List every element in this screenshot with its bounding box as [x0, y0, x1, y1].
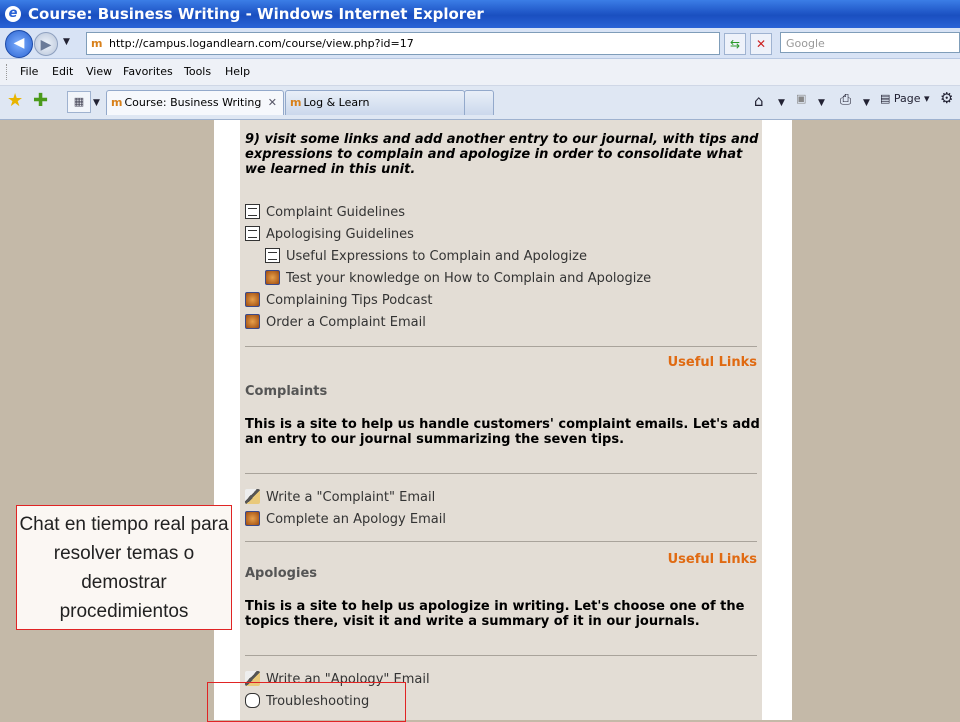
history-dropdown-icon[interactable]: ▼ [63, 37, 70, 47]
divider [245, 346, 757, 347]
home-dropdown-icon[interactable]: ▼ [778, 98, 785, 108]
page-label: Page [893, 92, 921, 105]
stop-icon[interactable]: ✕ [750, 33, 772, 55]
add-favorite-icon[interactable]: ✚ [33, 90, 48, 111]
left-background [0, 120, 214, 720]
toolbar-grip [6, 64, 10, 80]
resource-label: Test your knowledge on How to Complain a… [286, 271, 652, 286]
divider [245, 655, 757, 656]
hot-potatoes-icon [245, 292, 260, 307]
forward-button[interactable]: ▶ [34, 32, 58, 56]
section-intro: 9) visit some links and add another entr… [245, 132, 759, 177]
document-icon [245, 204, 260, 219]
resource-link[interactable]: Order a Complaint Email [245, 314, 426, 330]
page-margin-left [214, 120, 240, 720]
activity-label: Complete an Apology Email [266, 512, 446, 527]
course-content: 9) visit some links and add another entr… [240, 120, 762, 720]
resource-label: Complaining Tips Podcast [266, 293, 433, 308]
apologies-description: This is a site to help us apologize in w… [245, 599, 745, 629]
menu-bar: File Edit View Favorites Tools Help [0, 59, 960, 86]
menu-tools[interactable]: Tools [184, 65, 211, 78]
resource-link[interactable]: Test your knowledge on How to Complain a… [265, 270, 651, 286]
moodle-tab-icon: m [290, 96, 302, 109]
close-tab-icon[interactable]: ✕ [268, 91, 277, 115]
resource-link[interactable]: Useful Expressions to Complain and Apolo… [265, 248, 587, 264]
complaints-description: This is a site to help us handle custome… [245, 417, 760, 447]
complaints-heading: Complaints [245, 384, 328, 399]
divider [245, 473, 757, 474]
search-input[interactable]: Google [780, 32, 960, 53]
resource-label: Order a Complaint Email [266, 315, 426, 330]
apologies-heading: Apologies [245, 566, 318, 581]
address-bar[interactable]: m http://campus.logandlearn.com/course/vi… [86, 32, 805, 55]
menu-edit[interactable]: Edit [52, 65, 73, 78]
right-background [792, 120, 960, 720]
hot-potatoes-icon [245, 511, 260, 526]
address-url: http://campus.logandlearn.com/course/vie… [109, 37, 414, 50]
print-dropdown-icon[interactable]: ▼ [863, 98, 870, 108]
quick-tabs-icon[interactable]: ▦ [67, 91, 91, 113]
menu-view[interactable]: View [86, 65, 112, 78]
useful-links-link[interactable]: Useful Links [668, 552, 757, 567]
new-tab-button[interactable] [464, 90, 494, 115]
useful-links-link[interactable]: Useful Links [668, 355, 757, 370]
menu-favorites[interactable]: Favorites [123, 65, 173, 78]
divider [245, 541, 757, 542]
feeds-dropdown-icon[interactable]: ▼ [818, 98, 825, 108]
tab-bar: ★ ✚ ▦ ▼ m Course: Business Writing ✕ m Log… [0, 86, 960, 120]
hot-potatoes-icon [245, 314, 260, 329]
page-margin-right [762, 120, 792, 720]
back-button[interactable]: ◀ [5, 30, 33, 58]
moodle-tab-icon: m [111, 96, 123, 109]
refresh-icon[interactable]: ⇆ [724, 33, 746, 55]
title-bar: e Course: Business Writing - Windows Int… [0, 0, 960, 28]
resource-link[interactable]: Apologising Guidelines [245, 226, 414, 242]
activity-link[interactable]: Write a "Complaint" Email [245, 489, 435, 505]
tools-gear-icon[interactable]: ⚙ [940, 89, 953, 107]
favorites-star-icon[interactable]: ★ [7, 90, 23, 111]
page-menu[interactable]: ▤ Page ▾ [880, 92, 930, 105]
tab-log-and-learn[interactable]: m Log & Learn [285, 90, 465, 115]
menu-help[interactable]: Help [225, 65, 250, 78]
resource-link[interactable]: Complaint Guidelines [245, 204, 405, 220]
menu-file[interactable]: File [20, 65, 38, 78]
activity-link[interactable]: Complete an Apology Email [245, 511, 446, 527]
ie-logo-icon: e [5, 6, 21, 22]
document-icon [245, 226, 260, 241]
annotation-callout: Chat en tiempo real para resolver temas … [16, 505, 232, 630]
moodle-favicon-icon: m [91, 37, 103, 50]
assignment-icon [245, 489, 260, 504]
page-icon: ▤ [880, 92, 891, 105]
tab-list-dropdown-icon[interactable]: ▼ [93, 98, 100, 108]
highlight-box [207, 682, 406, 722]
home-icon[interactable]: ⌂ [754, 92, 764, 110]
window-title: Course: Business Writing - Windows Inter… [28, 5, 484, 23]
feeds-icon[interactable]: ▣ [796, 92, 806, 105]
tab-label: Course: Business Writing [124, 96, 262, 109]
document-icon [265, 248, 280, 263]
resource-label: Useful Expressions to Complain and Apolo… [286, 249, 587, 264]
print-icon[interactable]: ⎙ [840, 92, 851, 108]
tab-course-business-writing[interactable]: m Course: Business Writing ✕ [106, 90, 284, 115]
tab-label: Log & Learn [303, 96, 370, 109]
hot-potatoes-icon [265, 270, 280, 285]
activity-label: Write a "Complaint" Email [266, 490, 436, 505]
resource-link[interactable]: Complaining Tips Podcast [245, 292, 433, 308]
resource-label: Apologising Guidelines [266, 227, 414, 242]
address-toolbar: ◀ ▶ ▼ m http://campus.logandlearn.com/cou… [0, 28, 960, 59]
resource-label: Complaint Guidelines [266, 205, 406, 220]
